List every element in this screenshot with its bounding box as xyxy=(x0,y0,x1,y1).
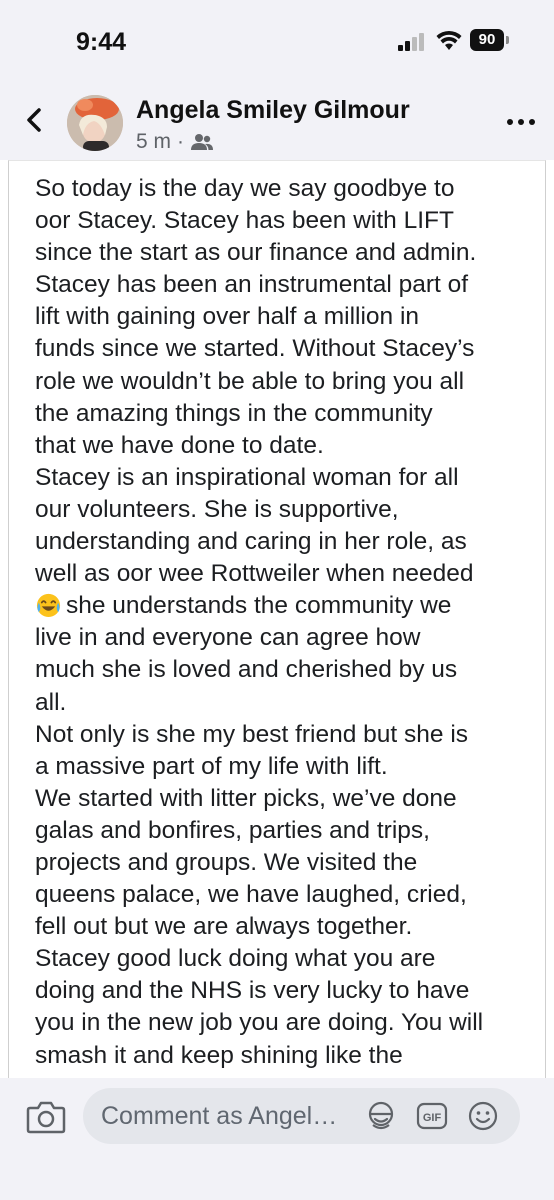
meta-separator: · xyxy=(177,130,185,153)
post-line: Stacey has been an instrumental part of xyxy=(35,269,535,301)
post-line-text: queens palace, we have laughed, cried, xyxy=(35,881,467,909)
post-line: We started with litter picks, we’ve done xyxy=(35,783,535,815)
gif-icon[interactable]: GIF xyxy=(416,1100,448,1132)
post-line: So today is the day we say goodbye to xyxy=(35,173,535,205)
post-line: you in the new job you are doing. You wi… xyxy=(35,1007,535,1039)
post-line-text: Stacey has been an instrumental part of xyxy=(35,271,469,299)
svg-text:GIF: GIF xyxy=(423,1112,442,1124)
back-chevron-icon[interactable] xyxy=(22,102,46,138)
post-line-text: Stacey good luck doing what you are xyxy=(35,945,436,973)
post-line-text: We started with litter picks, we’ve done xyxy=(35,784,457,812)
battery-level: 90 xyxy=(470,29,504,51)
status-time: 9:44 xyxy=(76,28,127,56)
post-meta: 5 m · xyxy=(136,130,214,154)
post-line: oor Stacey. Stacey has been with LIFT xyxy=(35,205,535,237)
tears-of-joy-emoji-icon xyxy=(35,591,62,618)
post-line-text: you in the new job you are doing. You wi… xyxy=(35,1009,484,1037)
emoji-icon[interactable] xyxy=(467,1100,499,1132)
post-line-text: oor Stacey. Stacey has been with LIFT xyxy=(35,207,454,235)
post-line-text: understanding and caring in her role, as xyxy=(35,528,467,556)
post-line: the amazing things in the community xyxy=(35,398,535,430)
post-line: since the start as our finance and admin… xyxy=(35,237,535,269)
post-line: lift with gaining over half a million in xyxy=(35,301,535,333)
post-line-text: she understands the community we xyxy=(66,592,452,620)
post-line: well as oor wee Rottweiler when needed xyxy=(35,558,535,590)
post-line: that we have done to date. xyxy=(35,430,535,462)
more-options-icon[interactable] xyxy=(506,118,536,126)
post-line: all. xyxy=(35,687,535,719)
author-name[interactable]: Angela Smiley Gilmour xyxy=(136,96,410,125)
post-line-text: lift with gaining over half a million in xyxy=(35,303,420,331)
post-line-text: live in and everyone can agree how xyxy=(35,624,421,652)
post-text: So today is the day we say goodbye to oor… xyxy=(35,173,535,1072)
post-line: galas and bonfires, parties and trips, xyxy=(35,815,535,847)
comment-input[interactable]: Comment as Angel… GIF xyxy=(83,1088,520,1144)
battery-icon: 90 xyxy=(470,29,510,51)
post-line-text: that we have done to date. xyxy=(35,431,324,459)
friends-icon xyxy=(191,134,214,150)
post-line-text: all. xyxy=(35,688,67,716)
post-line-text: doing and the NHS is very lucky to have xyxy=(35,977,470,1005)
post-line: she understands the community we xyxy=(35,590,535,622)
post-line-text: fell out but we are always together. xyxy=(35,913,413,941)
post-line: Not only is she my best friend but she i… xyxy=(35,719,535,751)
post-line: role we wouldn’t be able to bring you al… xyxy=(35,366,535,398)
wifi-icon xyxy=(436,30,462,50)
status-bar: 9:44 90 xyxy=(0,0,554,80)
post-line-text: much she is loved and cherished by us xyxy=(35,656,458,684)
post-time[interactable]: 5 m xyxy=(136,130,171,154)
post-line-text: Stacey is an inspirational woman for all xyxy=(35,463,459,491)
post-line: doing and the NHS is very lucky to have xyxy=(35,975,535,1007)
camera-icon[interactable] xyxy=(26,1098,66,1134)
post-line: funds since we started. Without Stacey’s xyxy=(35,333,535,365)
post-line: projects and groups. We visited the xyxy=(35,847,535,879)
post-line-text: well as oor wee Rottweiler when needed xyxy=(35,560,474,588)
avatar-sticker-icon[interactable] xyxy=(365,1100,397,1132)
cellular-signal-icon xyxy=(398,33,428,51)
post-line: queens palace, we have laughed, cried, xyxy=(35,879,535,911)
post-line: a massive part of my life with lift. xyxy=(35,751,535,783)
post-line-text: a massive part of my life with lift. xyxy=(35,752,388,780)
post-header: Angela Smiley Gilmour 5 m · xyxy=(0,80,554,160)
comment-bar: Comment as Angel… GIF xyxy=(0,1078,554,1200)
post-line-text: role we wouldn’t be able to bring you al… xyxy=(35,367,465,395)
post-line-text: projects and groups. We visited the xyxy=(35,848,418,876)
post-line: much she is loved and cherished by us xyxy=(35,654,535,686)
post-line-text: the amazing things in the community xyxy=(35,399,433,427)
post-line-text: smash it and keep shining like the xyxy=(35,1041,403,1069)
post-line-text: funds since we started. Without Stacey’s xyxy=(35,335,475,363)
post-line: Stacey is an inspirational woman for all xyxy=(35,462,535,494)
post-line: fell out but we are always together. xyxy=(35,911,535,943)
comment-placeholder: Comment as Angel… xyxy=(101,1102,338,1130)
post-line-text: since the start as our finance and admin… xyxy=(35,239,477,267)
post-line: our volunteers. She is supportive, xyxy=(35,494,535,526)
post-line: Stacey good luck doing what you are xyxy=(35,943,535,975)
post-body: So today is the day we say goodbye to oor… xyxy=(8,160,546,1078)
post-line: smash it and keep shining like the xyxy=(35,1040,535,1072)
post-line: understanding and caring in her role, as xyxy=(35,526,535,558)
post-line-text: So today is the day we say goodbye to xyxy=(35,175,455,202)
author-avatar[interactable] xyxy=(67,95,123,151)
post-line-text: Not only is she my best friend but she i… xyxy=(35,720,469,748)
post-line: live in and everyone can agree how xyxy=(35,622,535,654)
post-line-text: our volunteers. She is supportive, xyxy=(35,495,399,523)
post-line-text: galas and bonfires, parties and trips, xyxy=(35,816,430,844)
